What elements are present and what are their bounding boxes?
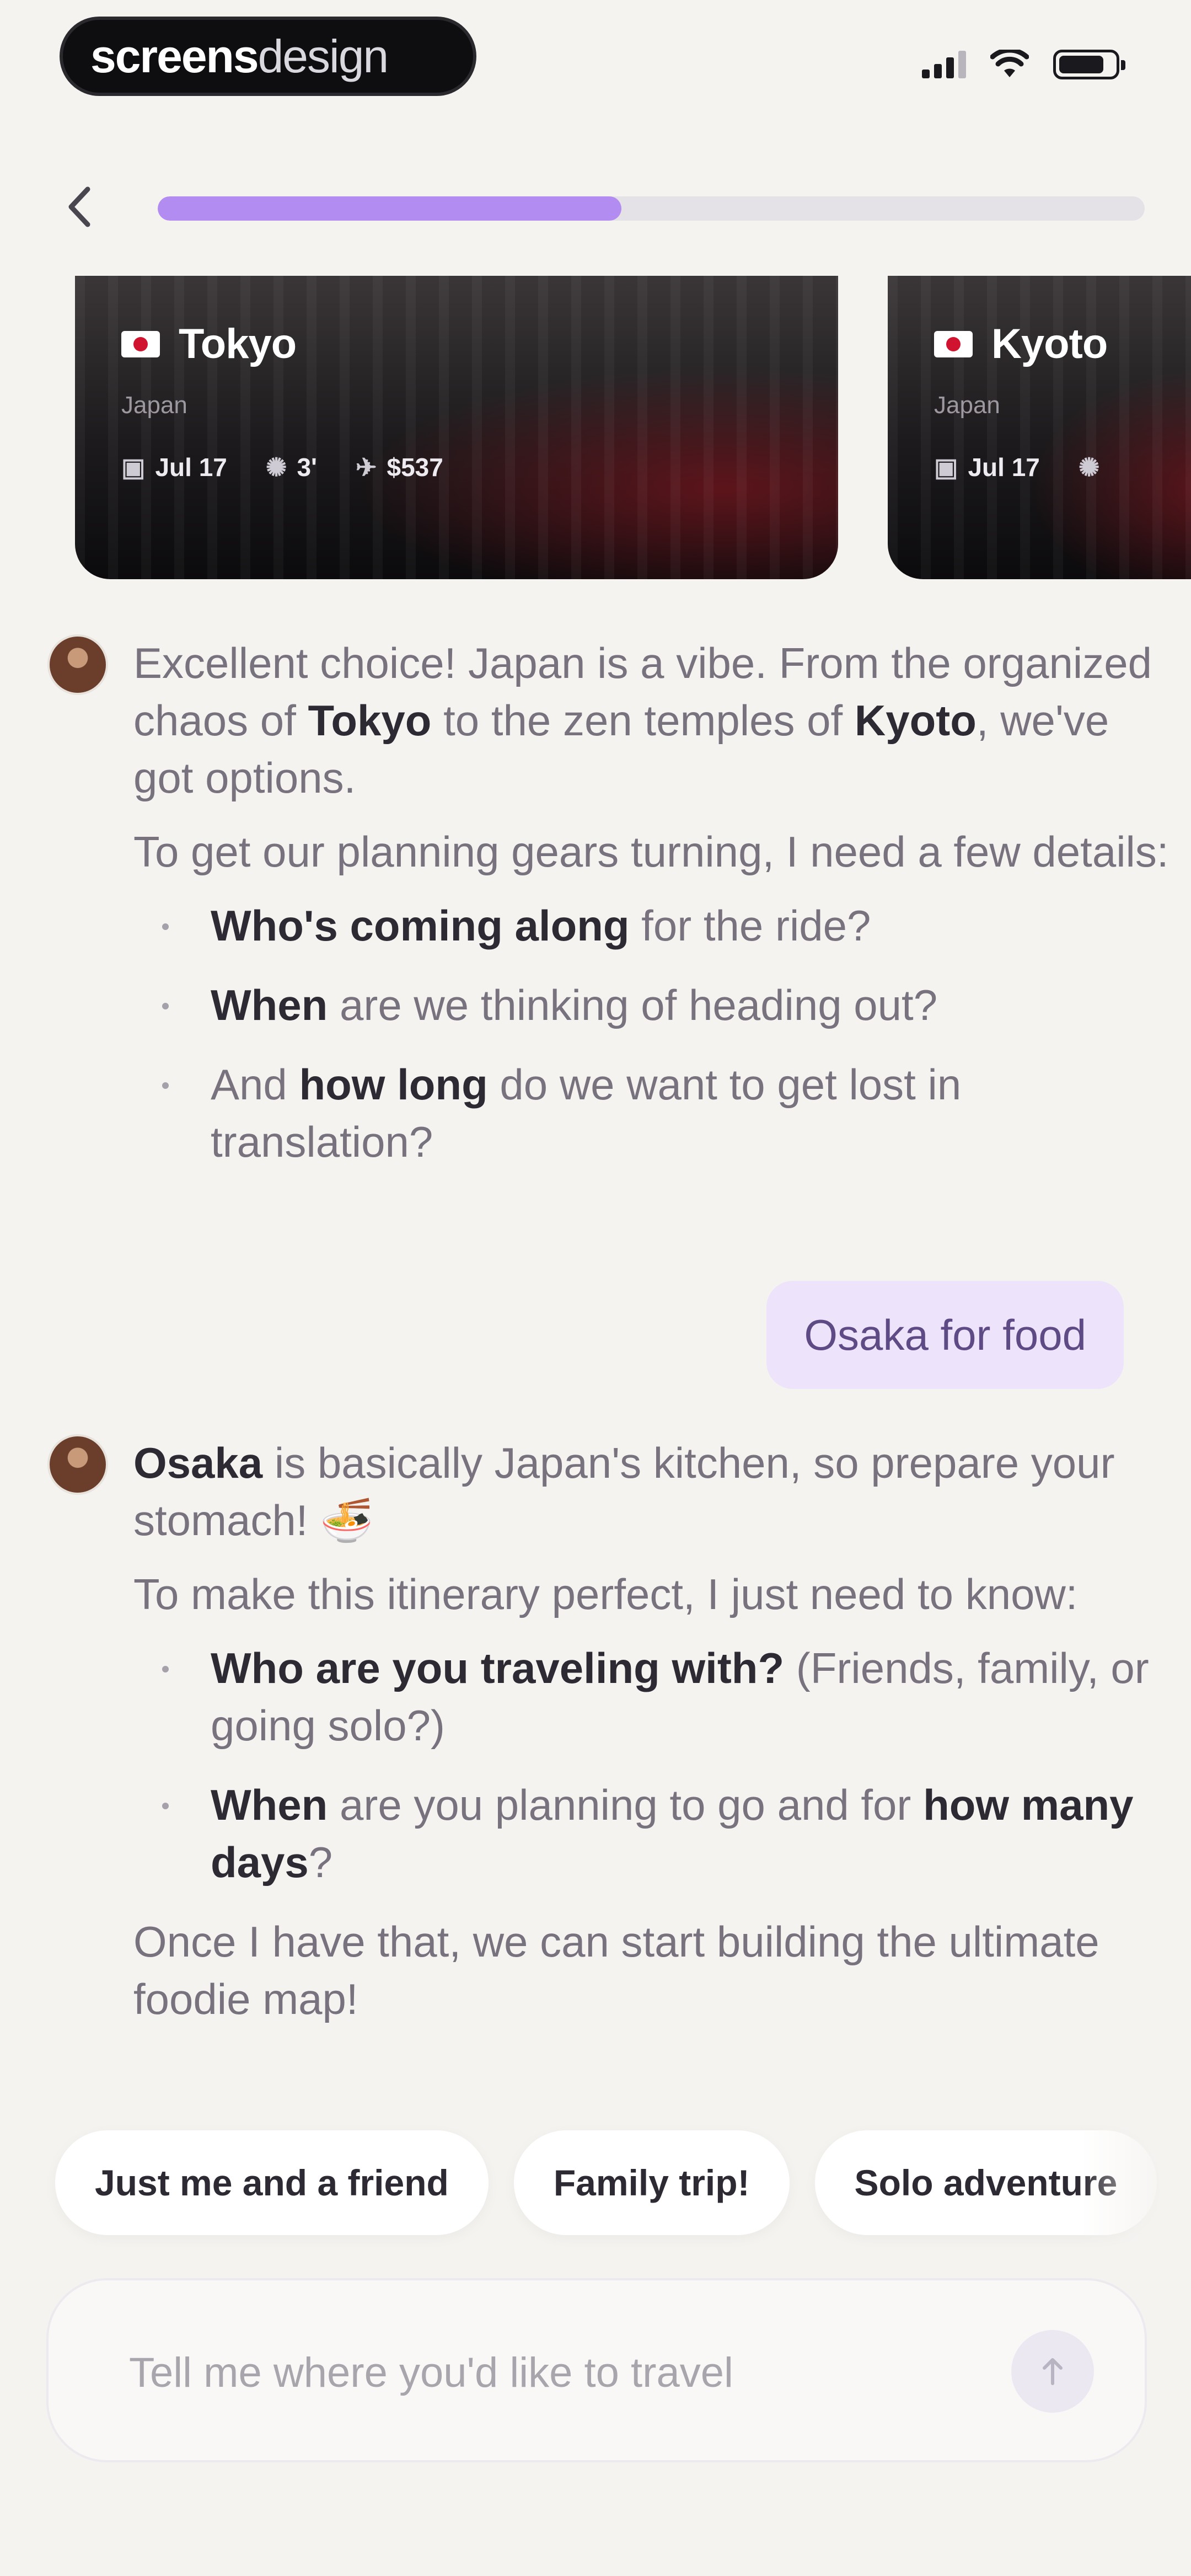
assistant-avatar	[47, 1434, 108, 1495]
quick-reply-chip[interactable]: Just me and a friend	[55, 2130, 489, 2235]
text: are we thinking of heading out?	[328, 981, 938, 1029]
message-paragraph: Osaka is basically Japan's kitchen, so p…	[133, 1434, 1170, 1549]
card-date: ▣ Jul 17	[121, 452, 227, 482]
card-date-label: Jul 17	[155, 453, 227, 482]
sun-icon: ✺	[1078, 453, 1100, 482]
card-price-label: $537	[387, 453, 443, 482]
progress-bar-fill	[158, 196, 622, 221]
destination-card-kyoto[interactable]: Kyoto Japan ▣ Jul 17 ✺	[888, 276, 1191, 579]
brand-logo: screens design	[60, 17, 476, 96]
text-bold: Kyoto	[854, 696, 977, 745]
card-date-label: Jul 17	[968, 453, 1040, 482]
card-meta: ▣ Jul 17 ✺ 3' ✈ $537	[121, 452, 443, 482]
list-item: When are we thinking of heading out?	[133, 976, 1170, 1034]
text-bold: Who are you traveling with?	[211, 1644, 785, 1692]
text-bold: Who's coming along	[211, 901, 630, 950]
sun-icon: ✺	[265, 453, 287, 482]
chips-fade-overlay	[1081, 2118, 1191, 2251]
card-weather: ✺	[1079, 452, 1100, 482]
question-list: Who are you traveling with? (Friends, fa…	[133, 1639, 1170, 1891]
message-paragraph: To get our planning gears turning, I nee…	[133, 827, 1169, 876]
text: And	[211, 1060, 299, 1109]
text-bold: how long	[299, 1060, 488, 1109]
text-bold: When	[211, 1781, 328, 1829]
back-button[interactable]	[55, 182, 105, 232]
assistant-message: Excellent choice! Japan is a vibe. From …	[47, 634, 1169, 1252]
status-icons	[922, 50, 1125, 79]
text: are you planning to go and for	[328, 1781, 924, 1829]
text-bold: Osaka	[133, 1439, 263, 1487]
text: ?	[308, 1838, 333, 1886]
wifi-icon	[990, 50, 1029, 77]
japan-flag-icon	[121, 330, 160, 357]
user-message-bubble: Osaka for food	[766, 1281, 1124, 1389]
status-bar: screens design	[0, 0, 1191, 121]
text: to the zen temples of	[431, 696, 855, 745]
card-weather-label: 3'	[297, 453, 317, 482]
assistant-message-body: Osaka is basically Japan's kitchen, so p…	[133, 1434, 1170, 2044]
card-city: Tokyo	[179, 320, 297, 367]
card-country: Japan	[934, 392, 1000, 419]
list-item: When are you planning to go and for how …	[133, 1776, 1170, 1891]
message-paragraph: To make this itinerary perfect, I just n…	[133, 1570, 1078, 1618]
card-weather: ✺ 3'	[266, 452, 317, 482]
destination-carousel[interactable]: Tokyo Japan ▣ Jul 17 ✺ 3' ✈ $537 Kyoto Japa…	[0, 276, 1191, 585]
quick-reply-chip[interactable]: Family trip!	[513, 2130, 790, 2235]
assistant-message: Osaka is basically Japan's kitchen, so p…	[47, 1434, 1150, 2096]
text-bold: Tokyo	[308, 696, 432, 745]
assistant-avatar	[47, 634, 108, 695]
destination-card-tokyo[interactable]: Tokyo Japan ▣ Jul 17 ✺ 3' ✈ $537	[75, 276, 838, 579]
japan-flag-icon	[934, 330, 973, 357]
card-price: ✈ $537	[356, 452, 443, 482]
calendar-icon: ▣	[934, 453, 958, 482]
brand-logo-bold: screens	[90, 30, 259, 82]
card-meta: ▣ Jul 17 ✺	[934, 452, 1099, 482]
assistant-message-body: Excellent choice! Japan is a vibe. From …	[133, 634, 1170, 1193]
ticket-icon: ✈	[355, 453, 377, 482]
card-city: Kyoto	[991, 320, 1108, 367]
header	[0, 165, 1191, 254]
text: for the ride?	[629, 901, 871, 950]
text: is basically Japan's kitchen, so prepare…	[133, 1439, 1115, 1544]
list-item: Who are you traveling with? (Friends, fa…	[133, 1639, 1170, 1754]
question-list: Who's coming along for the ride? When ar…	[133, 897, 1170, 1171]
send-button[interactable]	[1011, 2330, 1094, 2413]
brand-logo-light: design	[257, 30, 389, 82]
list-item: And how long do we want to get lost in t…	[133, 1056, 1170, 1171]
list-item: Who's coming along for the ride?	[133, 897, 1170, 954]
chevron-left-icon	[68, 186, 90, 227]
cellular-signal-icon	[922, 51, 966, 78]
message-input[interactable]	[129, 2335, 956, 2409]
text-bold: When	[211, 981, 328, 1029]
message-paragraph: Excellent choice! Japan is a vibe. From …	[133, 634, 1170, 806]
message-composer	[46, 2278, 1147, 2462]
arrow-up-icon	[1043, 2358, 1063, 2385]
calendar-icon: ▣	[121, 453, 146, 482]
message-paragraph: Once I have that, we can start building …	[133, 1917, 1099, 2023]
quick-replies: Just me and a friend Family trip! Solo a…	[55, 2130, 1157, 2235]
card-country: Japan	[121, 392, 187, 419]
progress-bar	[158, 196, 1145, 221]
battery-icon	[1053, 50, 1125, 79]
card-date: ▣ Jul 17	[934, 452, 1040, 482]
